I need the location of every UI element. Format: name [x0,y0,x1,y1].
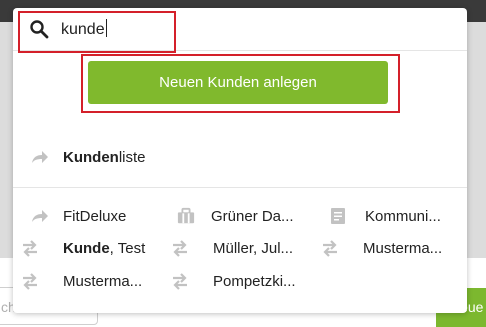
share-arrow-icon [32,151,48,163]
share-arrow-icon [32,210,48,222]
swap-arrows-icon [173,240,187,257]
search-input-value: kunde [61,21,105,38]
search-dropdown-panel: kunde Neuen Kunden anlegen Kundenliste F… [13,8,467,313]
swap-arrows-icon [173,273,187,290]
divider [13,187,467,188]
result-item[interactable]: Kommuni... [329,206,441,226]
result-label: Musterma... [363,239,443,257]
search-input[interactable]: kunde [61,19,107,40]
result-label: Müller, Jul... [213,239,294,257]
document-icon [331,208,345,224]
result-item[interactable]: Müller, Jul... [171,238,293,258]
result-item[interactable]: Musterma... [21,271,142,291]
search-icon [30,20,49,39]
result-label: Pompetzki... [213,272,296,290]
text-caret [105,19,107,37]
result-item[interactable]: Kunde, Test [21,238,145,258]
swap-arrows-icon [323,240,337,257]
customer-list-label: Kundenliste [63,148,146,166]
result-item[interactable]: Musterma... [321,238,442,258]
result-label: Musterma... [63,272,143,290]
search-bar[interactable]: kunde [13,8,467,51]
customer-list-link[interactable]: Kundenliste [31,147,146,167]
result-label: FitDeluxe [63,207,127,225]
result-label: Grüner Da... [211,207,294,225]
briefcase-icon [177,207,195,224]
swap-arrows-icon [23,273,37,290]
create-customer-button[interactable]: Neuen Kunden anlegen [88,61,388,104]
result-item[interactable]: FitDeluxe [31,206,126,226]
result-label: Kommuni... [365,207,441,225]
result-label: Kunde, Test [63,239,146,257]
result-item[interactable]: Pompetzki... [171,271,296,291]
result-item[interactable]: Grüner Da... [177,206,294,226]
swap-arrows-icon [23,240,37,257]
